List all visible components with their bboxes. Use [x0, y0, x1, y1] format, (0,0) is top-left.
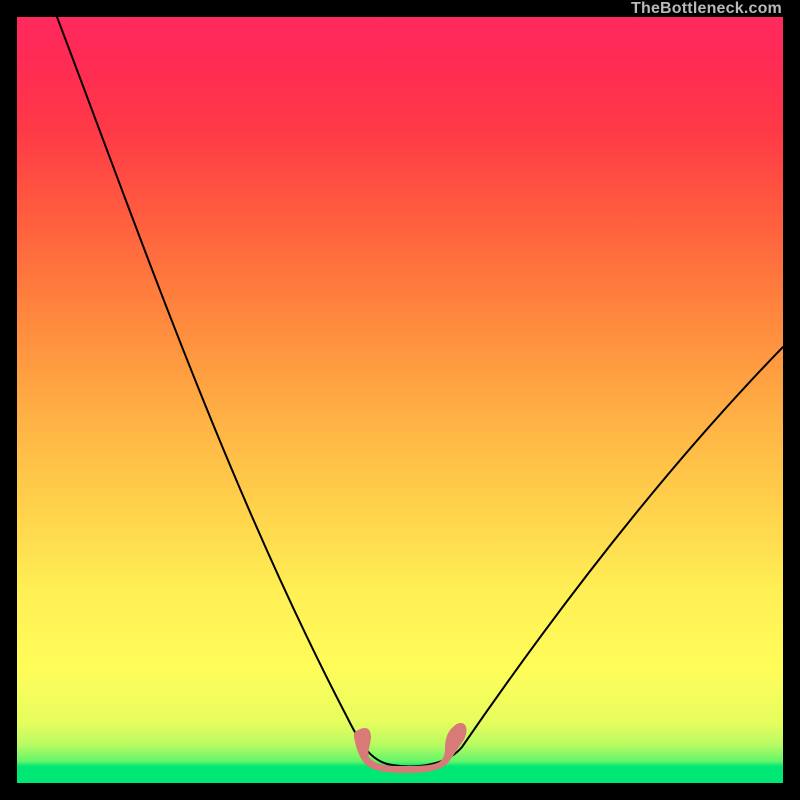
chart-frame: TheBottleneck.com	[0, 0, 800, 800]
plot-area	[17, 17, 783, 783]
chart-svg	[17, 17, 783, 783]
bottleneck-curve	[57, 17, 783, 766]
watermark-text: TheBottleneck.com	[631, 0, 782, 17]
